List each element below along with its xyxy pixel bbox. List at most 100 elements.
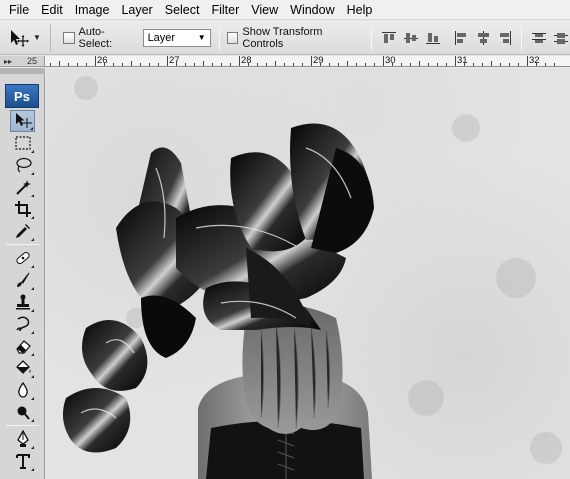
marquee-tool-icon[interactable] (10, 132, 35, 154)
ruler-tick (158, 63, 159, 66)
ruler-tick (167, 56, 168, 66)
menu-layer[interactable]: Layer (115, 0, 158, 20)
move-tool-icon[interactable] (10, 110, 35, 132)
ruler-tick (518, 63, 519, 66)
ruler-tick (77, 63, 78, 66)
artwork-image (62, 76, 562, 479)
ruler-tick (68, 63, 69, 66)
show-transform-checkbox[interactable] (226, 31, 239, 44)
ruler-tick (320, 63, 321, 66)
healing-brush-tool-icon[interactable] (10, 247, 35, 269)
ruler-tick (527, 56, 528, 66)
ruler-tick (383, 56, 384, 66)
ruler-tick (437, 63, 438, 66)
eyedropper-tool-icon[interactable] (10, 220, 35, 242)
ruler-tick (266, 63, 267, 66)
dodge-tool-icon[interactable] (10, 401, 35, 423)
tool-flyout-indicator (31, 397, 34, 400)
menu-edit[interactable]: Edit (35, 0, 69, 20)
blur-tool-icon[interactable] (10, 379, 35, 401)
ruler-tick (473, 63, 474, 66)
menu-image[interactable]: Image (69, 0, 116, 20)
ruler-tick (374, 63, 375, 66)
ps-logo: Ps (5, 84, 39, 108)
ruler-tick (491, 61, 492, 66)
tool-flyout-indicator (30, 127, 33, 130)
brush-tool-icon[interactable] (10, 269, 35, 291)
divider (521, 25, 522, 50)
magic-wand-tool-icon[interactable] (10, 176, 35, 198)
auto-select-dropdown[interactable]: Layer ▼ (142, 28, 211, 47)
tool-flyout-indicator (31, 172, 34, 175)
ruler-tick (329, 63, 330, 66)
show-transform-label: Show Transform Controls (242, 25, 323, 50)
tool-flyout-indicator (31, 468, 34, 471)
ruler-tick (194, 63, 195, 66)
align-vertical-centers-icon[interactable] (401, 29, 420, 47)
menu-file[interactable]: File (3, 0, 35, 20)
panel-grip[interactable] (0, 68, 45, 74)
ruler-tick (86, 63, 87, 66)
distribute-vertical-centers-icon[interactable] (551, 29, 570, 47)
menu-view[interactable]: View (245, 0, 284, 20)
ruler-tick (176, 63, 177, 66)
chevron-down-icon: ▼ (197, 33, 206, 42)
ruler-tick (149, 63, 150, 66)
ruler-tick (230, 63, 231, 66)
ruler-tick (554, 63, 555, 66)
eraser-tool-icon[interactable] (10, 335, 35, 357)
menu-help[interactable]: Help (341, 0, 379, 20)
align-left-edges-icon[interactable] (451, 29, 470, 47)
chevron-down-icon: ▼ (33, 33, 41, 42)
collapse-icon[interactable]: ▸▸ (4, 57, 12, 66)
menu-filter[interactable]: Filter (205, 0, 245, 20)
ruler-tick (482, 63, 483, 66)
tool-flyout-indicator (31, 150, 34, 153)
ruler-tick (140, 63, 141, 66)
align-bottom-edges-icon[interactable] (423, 29, 442, 47)
crop-tool-icon[interactable] (10, 198, 35, 220)
auto-select-checkbox[interactable] (62, 31, 75, 44)
paint-bucket-tool-icon[interactable] (10, 357, 35, 379)
ruler-number: 28 (241, 56, 252, 66)
ruler-tick (365, 63, 366, 66)
pen-tool-icon[interactable] (10, 428, 35, 450)
document-canvas[interactable] (46, 68, 570, 479)
ruler-tick (284, 63, 285, 66)
tool-flyout-indicator (31, 238, 34, 241)
tools-panel: Ps (0, 68, 45, 479)
ruler-tick (545, 63, 546, 66)
align-buttons (379, 25, 570, 50)
menu-select[interactable]: Select (159, 0, 206, 20)
ruler-tick (293, 63, 294, 66)
ruler-tick (302, 63, 303, 66)
menu-window[interactable]: Window (284, 0, 340, 20)
horizontal-ruler[interactable]: 26 27 28 29 30 31 32 (45, 56, 570, 67)
align-right-edges-icon[interactable] (495, 29, 514, 47)
align-horizontal-centers-icon[interactable] (473, 29, 492, 47)
ruler-tick (212, 63, 213, 66)
ruler-tick (356, 63, 357, 66)
clone-stamp-tool-icon[interactable] (10, 291, 35, 313)
tool-flyout-indicator (31, 309, 34, 312)
ruler-tick (104, 63, 105, 66)
ruler-tick (59, 61, 60, 66)
auto-select-group: Auto-Select: Layer ▼ (62, 26, 211, 50)
lasso-tool-icon[interactable] (10, 154, 35, 176)
align-top-edges-icon[interactable] (379, 29, 398, 47)
ruler-tick (95, 56, 96, 66)
divider (371, 25, 372, 50)
tool-preset-picker[interactable]: ▼ (8, 23, 51, 52)
ruler-tick (122, 63, 123, 66)
ruler-number: 32 (529, 56, 540, 66)
history-brush-tool-icon[interactable] (10, 313, 35, 335)
menu-bar: File Edit Image Layer Select Filter View… (0, 0, 570, 20)
type-tool-icon[interactable] (10, 450, 35, 472)
ruler-tick (500, 63, 501, 66)
ruler-tick (347, 61, 348, 66)
ruler-tick (428, 63, 429, 66)
tool-flyout-indicator (31, 375, 34, 378)
distribute-top-icon[interactable] (529, 29, 548, 47)
tool-flyout-indicator (31, 331, 34, 334)
tool-flyout-indicator (31, 287, 34, 290)
